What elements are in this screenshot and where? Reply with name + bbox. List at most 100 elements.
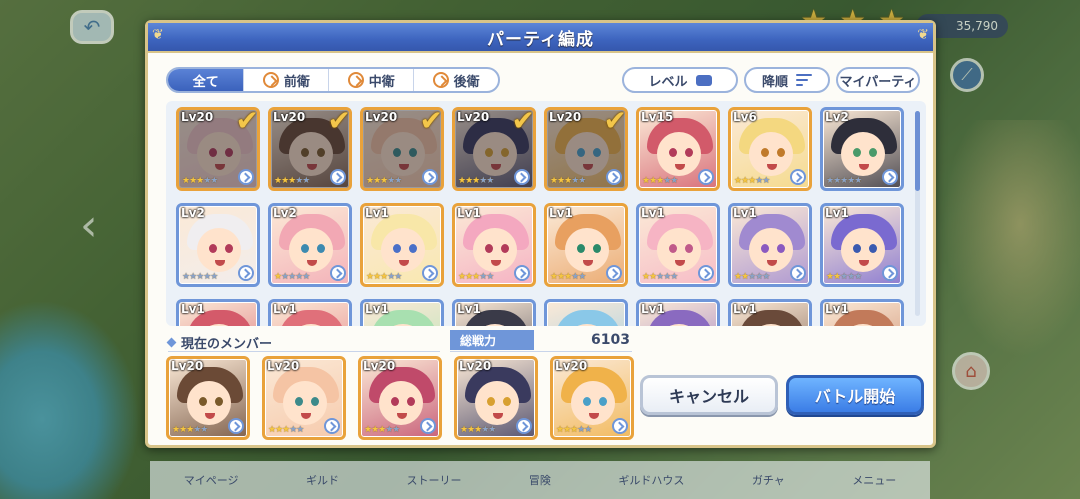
cancel-button[interactable]: キャンセル [640, 375, 778, 415]
character-card[interactable]: Lv1★★★★★ [268, 299, 352, 326]
selected-check-icon: ✔ [603, 107, 627, 137]
character-card[interactable]: Lv1★★★★★ [176, 299, 260, 326]
character-card[interactable]: Lv1★★★★★ [636, 203, 720, 287]
rarity-stars: ★★★★★ [460, 425, 496, 435]
bottom-menu-item[interactable]: 冒険 [529, 472, 551, 488]
rarity-stars: ★★★★★ [458, 272, 494, 282]
character-card[interactable]: Lv20 ★★★★★ ✔ [544, 107, 628, 191]
character-eye [407, 397, 415, 406]
rarity-stars: ★★★★★ [364, 425, 400, 435]
house-icon[interactable]: ⌂ [952, 352, 990, 390]
character-eye [669, 244, 677, 253]
character-roster: Lv20 ★★★★★ ✔ Lv20 ★★★★★ ✔ Lv20 ★★★★★ ✔ Lv20 ★★★★★ ✔… [166, 101, 926, 326]
member-character-card[interactable]: Lv20 ★★★★★ [454, 356, 538, 440]
character-card[interactable]: Lv20 ★★★★★ ✔ [268, 107, 352, 191]
tab-filter-2[interactable]: 中衛 [329, 69, 415, 91]
character-card[interactable]: Lv6 ★★★★★ [728, 107, 812, 191]
bottom-menu-bar: マイページ ギルド ストーリー 冒険 ギルドハウス ガチャ メニュー [150, 461, 930, 499]
character-card[interactable]: Lv1★★★★★ [820, 299, 904, 326]
tab-filter-3[interactable]: 後衛 [414, 69, 498, 91]
back-arrow-icon[interactable]: ↶ [70, 10, 114, 44]
total-power-label: 総戦力 [450, 330, 534, 350]
bottom-menu-item[interactable]: マイページ [184, 472, 239, 488]
bottom-menu-item[interactable]: メニュー [852, 472, 896, 488]
bottom-menu-item[interactable]: ガチャ [752, 472, 785, 488]
character-card[interactable] [544, 299, 628, 326]
member-character-card[interactable]: Lv20 ★★★★★ [358, 356, 442, 440]
character-card[interactable]: Lv1★★★★★ [452, 299, 536, 326]
role-icon [606, 169, 622, 185]
character-card[interactable]: Lv15 ★★★★★ [636, 107, 720, 191]
character-level: Lv1 [825, 302, 849, 316]
character-eye [301, 244, 309, 253]
character-eye [215, 397, 223, 406]
character-eye [409, 148, 417, 157]
character-level: Lv1 [457, 302, 481, 316]
character-eye [577, 148, 585, 157]
roster-scrollbar-thumb[interactable] [915, 111, 920, 191]
character-eye [393, 148, 401, 157]
bottom-menu-item[interactable]: ストーリー [406, 472, 461, 488]
tab-filter-1[interactable]: 前衛 [244, 69, 330, 91]
map-path [930, 120, 1080, 380]
level-sort-button[interactable]: レベル [622, 67, 738, 93]
character-card[interactable]: Lv1★★★★★ [728, 299, 812, 326]
my-party-button[interactable]: マイパーティ [836, 67, 920, 93]
character-card[interactable]: Lv1★★★★★ [360, 299, 444, 326]
tab-filter-0[interactable]: 全て [168, 69, 245, 91]
selected-check-icon: ✔ [327, 107, 351, 137]
member-character-card[interactable]: Lv20 ★★★★★ [262, 356, 346, 440]
character-card[interactable]: Lv20 ★★★★★ ✔ [176, 107, 260, 191]
total-power: 総戦力 6103 [450, 330, 632, 350]
character-level: Lv2 [825, 110, 849, 124]
map-option-icon[interactable]: ⟋ [950, 58, 984, 92]
character-eye [501, 148, 509, 157]
rarity-stars: ★★★★★ [172, 425, 208, 435]
character-eye [669, 148, 677, 157]
character-eye [503, 397, 511, 406]
character-eye [599, 397, 607, 406]
role-icon [612, 418, 628, 434]
role-icon [420, 418, 436, 434]
card-view-icon [695, 74, 712, 86]
bottom-menu-item[interactable]: ギルド [306, 472, 339, 488]
character-eye [391, 397, 399, 406]
prev-area-arrow-icon[interactable]: ‹ [80, 200, 98, 251]
bottom-menu-item[interactable]: ギルドハウス [618, 472, 684, 488]
character-card[interactable]: Lv2 ★★★★★ [820, 107, 904, 191]
character-mouth [215, 164, 225, 170]
character-eye [317, 244, 325, 253]
character-card[interactable]: Lv1★★★★★ [452, 203, 536, 287]
character-card[interactable]: Lv2 ★★★★★ [268, 203, 352, 287]
start-battle-button[interactable]: バトル開始 [786, 375, 924, 415]
character-mouth [399, 164, 409, 170]
character-card[interactable]: Lv1★★★★★ [728, 203, 812, 287]
character-level: Lv20 [457, 110, 490, 124]
map-water [0, 300, 140, 499]
character-card[interactable]: Lv20 ★★★★★ ✔ [452, 107, 536, 191]
character-eye [869, 244, 877, 253]
member-character-card[interactable]: Lv20 ★★★★★ [166, 356, 250, 440]
role-icon [514, 265, 530, 281]
rarity-stars: ★★★★★ [556, 425, 592, 435]
selected-check-icon: ✔ [235, 107, 259, 137]
rarity-stars: ★★★★★ [826, 176, 862, 186]
character-card[interactable]: Lv1★★★★★ [820, 203, 904, 287]
dialog-title-bar: ❦ パーティ編成 ❦ [148, 23, 933, 53]
role-icon [790, 169, 806, 185]
character-level: Lv20 [171, 359, 204, 373]
character-card[interactable]: Lv1★★★★★ [360, 203, 444, 287]
order-toggle-button[interactable]: 降順 [744, 67, 830, 93]
character-card[interactable]: Lv2 ★★★★★ [176, 203, 260, 287]
character-card[interactable]: Lv1★★★★★ [544, 203, 628, 287]
character-card[interactable]: Lv20 ★★★★★ ✔ [360, 107, 444, 191]
character-eye [685, 244, 693, 253]
rarity-stars: ★★★★★ [642, 272, 678, 282]
rarity-stars: ★★★★★ [826, 272, 862, 282]
character-eye [209, 244, 217, 253]
character-card[interactable]: Lv1★★★★★ [636, 299, 720, 326]
character-level: Lv20 [459, 359, 492, 373]
position-icon [432, 72, 449, 88]
member-character-card[interactable]: Lv20 ★★★★★ [550, 356, 634, 440]
character-level: Lv20 [181, 110, 214, 124]
